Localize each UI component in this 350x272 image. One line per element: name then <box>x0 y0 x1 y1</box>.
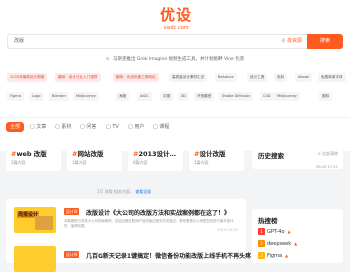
article-date: 2019-03-02 <box>217 228 238 232</box>
tab-courses[interactable]: ▢ 课程 <box>153 122 169 132</box>
category-badge: 设计师 <box>64 208 80 215</box>
hot-tag[interactable]: Stable Diffusion <box>219 92 254 101</box>
logo-text: 优设 <box>159 6 192 24</box>
rank-badge: 2 <box>258 240 265 247</box>
search-query: 改版 <box>14 38 25 44</box>
tab-all[interactable]: 全部 <box>6 122 24 132</box>
article-list: 周报设计 设计师 改版设计《大公司的改版方法和实战案例都在这了！》 本期周报已收… <box>6 199 251 272</box>
topic-title: #web 改版 <box>11 150 47 158</box>
hot-tag[interactable]: Midjourney <box>274 92 300 101</box>
hot-tag[interactable]: 免费商用字体 <box>318 73 346 82</box>
hot-item[interactable]: 2 deepseek ▲ <box>258 240 297 247</box>
article-title[interactable]: 几百G新天记录1键搞定！微信备份功能改版上线手机不再头疼 <box>86 251 251 260</box>
tab-qa[interactable]: ▢ 问答 <box>80 122 96 132</box>
hot-item[interactable]: 1 GPT-4o ▲ <box>258 228 291 235</box>
clear-history-button[interactable]: ⊙ 全部清除 <box>317 151 338 157</box>
search-button[interactable]: 搜索 <box>307 34 343 49</box>
tab-users[interactable]: ▢ 用户 <box>128 122 144 132</box>
hot-tag[interactable]: 设计工具 <box>247 73 268 82</box>
trend-up-icon: ▲ <box>294 241 298 246</box>
hot-tag[interactable]: Blender <box>49 92 69 101</box>
trend-up-icon: ▲ <box>287 229 291 234</box>
tab-articles[interactable]: ▢ 文章 <box>30 122 46 132</box>
article-excerpt: 本期周报已收录大公司改版案例，总结近期互联网产品改版过程中的关键点，带你看看大公… <box>64 219 234 228</box>
view-all-link[interactable]: 查看全部 <box>135 189 151 194</box>
hot-tag[interactable]: 开放模型 <box>194 92 215 101</box>
history-title: 历史搜索 <box>258 152 284 160</box>
hot-tag[interactable]: C4D <box>260 92 274 101</box>
topic-title: #网站改版 <box>72 150 104 158</box>
topic-count: 2篇内容 <box>11 160 26 165</box>
tab-tv[interactable]: ▢ TV <box>106 122 119 132</box>
hot-tag[interactable]: Figma <box>7 92 24 101</box>
rank-badge: 1 <box>258 228 265 235</box>
article-thumbnail[interactable]: 周报设计 <box>14 207 56 233</box>
thumbnail-photo <box>35 216 53 230</box>
hot-tag[interactable]: 3D <box>178 92 190 101</box>
search-history-panel: 历史搜索 ⊙ 全部清除 08-09 17:21 <box>252 143 343 169</box>
topic-card[interactable]: #网站改版 3篇内容 <box>67 143 122 171</box>
hot-tag[interactable]: 色彩 <box>274 73 288 82</box>
hot-tag[interactable]: 趣味：优设年度工具网站 <box>113 73 159 82</box>
hot-item[interactable]: 3 Figma ▲ <box>258 252 288 259</box>
hot-title: 热搜榜 <box>258 217 278 225</box>
logo-subtext: uisdc.com <box>163 25 189 31</box>
search-input[interactable]: 改版 ⊙ 找资源 <box>7 34 308 49</box>
hot-tag[interactable]: 图标 <box>319 92 333 101</box>
info-icon: ⊙ <box>105 57 110 62</box>
hot-tag[interactable]: ebook <box>295 73 312 82</box>
history-date: 08-09 17:21 <box>316 165 338 169</box>
hot-tag[interactable]: AIGC <box>137 92 152 101</box>
article-title[interactable]: 改版设计《大公司的改版方法和实战案例都在这了！》 <box>86 208 230 217</box>
topic-title: #2013设计… <box>133 150 177 158</box>
hot-tag[interactable]: Midjourney <box>73 92 99 101</box>
topic-card[interactable]: #设计改版 2篇内容 <box>189 143 244 171</box>
result-tabs: 全部 ▢ 文章 ▢ 素材 ▢ 问答 ▢ TV ▢ 用户 ▢ 课程 <box>0 117 350 136</box>
hot-search-panel: 热搜榜 1 GPT-4o ▲ 2 deepseek ▲ 3 Figma ▲ <box>252 209 343 263</box>
site-logo[interactable]: 优设 uisdc.com <box>158 8 194 34</box>
topic-count: 8篇内容 <box>133 160 148 165</box>
rank-badge: 3 <box>258 252 265 259</box>
hot-tag[interactable]: 2025年最新设计周报 <box>7 73 48 82</box>
tab-assets[interactable]: ▢ 素材 <box>55 122 71 132</box>
hot-tag[interactable]: 高质量设计素材汇总 <box>169 73 208 82</box>
hot-tag[interactable]: 中国 <box>160 92 174 101</box>
hot-tag[interactable]: 海报 <box>116 92 130 101</box>
hot-tag[interactable]: 趣味：设计行业入门指导 <box>55 73 101 82</box>
announcement-text: 马斯克推出 Grok Imagine 视频生成工具，并计划挑衅 Vine 包装 <box>112 57 245 62</box>
topic-count: 3篇内容 <box>72 160 87 165</box>
search-type-dropdown[interactable]: ⊙ 找资源 <box>281 38 302 45</box>
result-summary: 1万 改版 相关内容， 查看全部 <box>96 189 152 194</box>
hot-tag[interactable]: Behance <box>215 73 237 82</box>
topic-title: #设计改版 <box>194 150 226 158</box>
article-thumbnail[interactable] <box>14 246 56 272</box>
trend-up-icon: ▲ <box>285 253 289 258</box>
topic-card[interactable]: #web 改版 2篇内容 <box>6 143 61 171</box>
announcement-bar[interactable]: ⊙ 马斯克推出 Grok Imagine 视频生成工具，并计划挑衅 Vine 包… <box>0 57 350 63</box>
topic-card[interactable]: #2013设计… 8篇内容 <box>128 143 183 171</box>
topic-count: 2篇内容 <box>194 160 209 165</box>
category-badge: 设计师 <box>64 251 80 258</box>
hot-tag[interactable]: Logo <box>29 92 44 101</box>
